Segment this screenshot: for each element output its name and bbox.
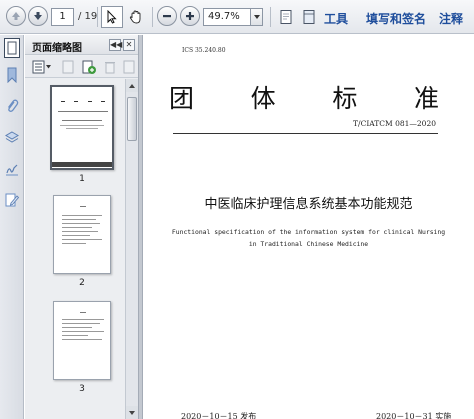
hand-tool-button[interactable]: [125, 6, 147, 28]
scroll-down-button[interactable]: [126, 406, 138, 419]
paperclip-icon: [7, 99, 19, 112]
chevron-up-icon: [129, 83, 135, 88]
page-refresh-icon: [82, 60, 96, 74]
signatures-button[interactable]: [3, 161, 21, 179]
read-mode-button[interactable]: [298, 6, 320, 28]
thumbnail-page-number: 2: [79, 278, 85, 288]
heading-char: 标: [332, 84, 358, 113]
publish-date: 2020－10－15 发布: [181, 412, 257, 419]
tools-menu-link[interactable]: 工具: [324, 10, 348, 27]
hand-icon: [129, 10, 141, 24]
properties-button[interactable]: [121, 59, 137, 75]
plus-icon: [186, 12, 194, 20]
ics-code: ICS 35.240.80: [182, 47, 226, 54]
chevron-down-icon: [253, 15, 260, 19]
zoom-in-button[interactable]: [180, 6, 200, 26]
standard-type-heading: 团 体 标 准: [169, 79, 439, 115]
thumbnail-scrollbar[interactable]: [125, 79, 138, 419]
thumbnail-panel: 页面缩略图 ◀◀ ✕ 1 2 3: [25, 35, 138, 419]
extract-pages-button[interactable]: [81, 59, 97, 75]
comment-link[interactable]: 注释: [439, 10, 463, 27]
thumbnail-page-number: 3: [79, 384, 85, 394]
toolbar-divider: [270, 7, 271, 27]
page-thumbnail-2[interactable]: [53, 195, 111, 274]
page-view-icon: [303, 10, 315, 24]
cursor-icon: [107, 10, 117, 24]
minus-icon: [163, 15, 171, 18]
english-title-line-1: Functional specification of the informat…: [171, 228, 446, 236]
select-tool-button[interactable]: [101, 6, 123, 28]
page-count-label: / 19: [78, 11, 98, 22]
insert-pages-button[interactable]: [60, 59, 76, 75]
page-properties-icon: [123, 60, 135, 74]
double-chevron-left-icon: ◀◀: [110, 40, 123, 49]
thumbnail-toolbar: [25, 56, 138, 78]
collapse-panel-button[interactable]: ◀◀: [109, 39, 123, 51]
toolbar-divider: [97, 7, 98, 27]
implement-date: 2020－10－31 实施: [376, 412, 452, 419]
edit-page-icon: [5, 193, 20, 207]
next-page-button[interactable]: [28, 6, 48, 26]
signature-icon: [6, 164, 18, 176]
previous-page-button[interactable]: [6, 6, 26, 26]
heading-char: 体: [250, 84, 276, 113]
header-rule: [173, 133, 438, 134]
options-icon: [32, 60, 51, 74]
trash-icon: [105, 62, 115, 74]
thumbnail-list: 1 2 3: [25, 79, 125, 419]
zoom-level-input[interactable]: 49.7%: [203, 8, 251, 26]
heading-char: 准: [413, 84, 439, 113]
close-panel-button[interactable]: ✕: [123, 39, 135, 51]
content-button[interactable]: [3, 191, 21, 209]
english-title-line-2: in Traditional Chinese Medicine: [248, 240, 369, 248]
delete-pages-button[interactable]: [102, 59, 118, 75]
bookmark-icon: [7, 67, 17, 83]
page-thumbnail-3[interactable]: [53, 301, 111, 380]
thumbnail-panel-header: 页面缩略图 ◀◀ ✕: [25, 35, 138, 55]
insert-page-icon: [62, 60, 74, 74]
panel-title: 页面缩略图: [32, 43, 82, 54]
page-thumbnails-button[interactable]: [4, 38, 20, 58]
pages-icon: [7, 41, 17, 55]
bookmarks-button[interactable]: [3, 66, 21, 84]
page-number-input[interactable]: 1: [51, 8, 74, 26]
navigation-rail: [0, 35, 24, 419]
layers-button[interactable]: [3, 129, 21, 147]
arrow-down-icon: [34, 12, 42, 20]
attachments-button[interactable]: [3, 97, 21, 115]
layers-icon: [5, 131, 19, 143]
chevron-down-icon: [129, 410, 135, 415]
fit-page-button[interactable]: [275, 6, 297, 28]
heading-char: 团: [169, 84, 195, 113]
fill-and-sign-link[interactable]: 填写和签名: [366, 10, 426, 27]
document-view[interactable]: ICS 35.240.80 团 体 标 准 T/CIATCM 081—2020 …: [143, 35, 474, 419]
zoom-out-button[interactable]: [157, 6, 177, 26]
options-menu-button[interactable]: [31, 59, 53, 75]
toolbar-divider: [152, 7, 153, 27]
thumbnail-page-number: 1: [79, 174, 85, 184]
scrollbar-thumb[interactable]: [127, 97, 137, 141]
arrow-up-icon: [12, 12, 20, 20]
close-icon: ✕: [125, 40, 133, 49]
document-title: 中医临床护理信息系统基本功能规范: [204, 197, 413, 212]
fit-page-icon: [280, 10, 292, 24]
page-thumbnail-1[interactable]: [50, 85, 114, 170]
main-toolbar: 1 / 19 49.7% 工具 填写和签名 注释: [0, 0, 474, 34]
standard-code: T/CIATCM 081—2020: [353, 119, 436, 128]
zoom-dropdown-button[interactable]: [251, 8, 263, 26]
scroll-up-button[interactable]: [126, 79, 138, 92]
